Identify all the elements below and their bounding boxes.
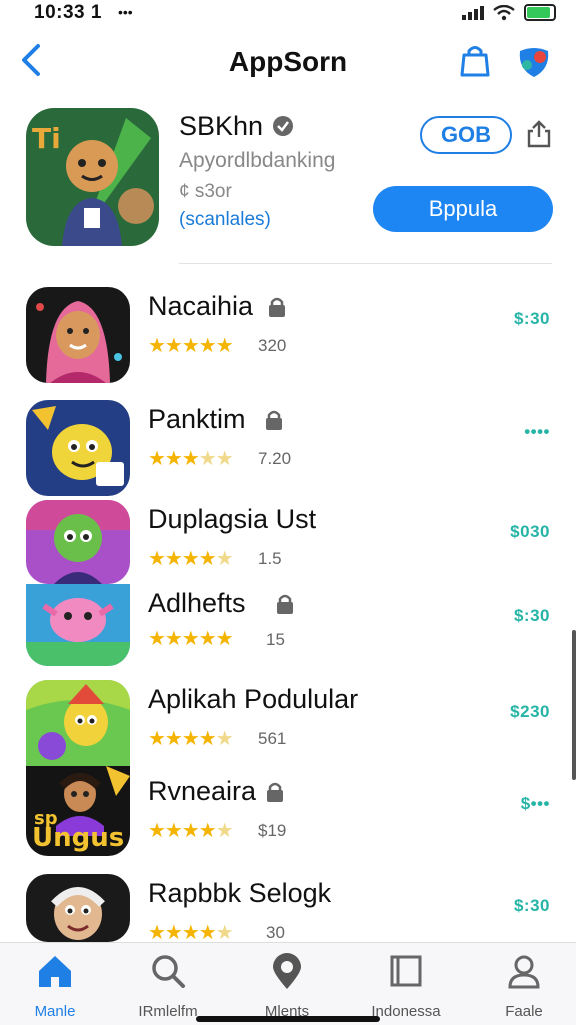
share-icon[interactable] [526, 120, 552, 148]
tab-profile[interactable]: Faale [469, 951, 576, 1020]
book-icon [390, 955, 422, 987]
pin-icon [273, 953, 301, 989]
lock-icon [266, 410, 282, 430]
price-label[interactable]: $230 [510, 702, 550, 722]
list-item[interactable]: Adlhefts ★★★★★ 15 $:30 [0, 584, 576, 674]
list-item[interactable]: Panktim ★★★★★ 7.20 •••• [0, 400, 576, 496]
tab-home[interactable]: Manle [0, 951, 110, 1020]
profile-icon [508, 955, 540, 989]
app-icon[interactable] [26, 680, 130, 766]
home-icon [39, 956, 71, 987]
price-label[interactable]: $••• [521, 794, 550, 814]
list-item[interactable]: Aplikah Podulular ★★★★★ 561 $230 [0, 680, 576, 770]
app-name: Nacaihia [148, 291, 254, 321]
list-item[interactable]: Nacaihia ★★★★★ 320 $:30 [0, 287, 576, 383]
verified-badge-icon [273, 116, 293, 136]
price-label[interactable]: $:30 [514, 606, 550, 626]
list-item[interactable]: Ungus sp Rvneaira ★★★★★ $19 $••• [0, 766, 576, 862]
featured-app-category: Apyordlbdanking [179, 149, 336, 172]
get-button[interactable]: GOB [420, 116, 512, 154]
app-name: Rapbbk Selogk [148, 878, 332, 908]
rating-count: $19 [258, 821, 287, 840]
tab-label: Manle [34, 1003, 76, 1020]
price-label[interactable]: $030 [510, 522, 550, 542]
star-rating: ★★★★★ [148, 728, 234, 750]
svg-text:Ti: Ti [32, 122, 61, 155]
status-time: 10:33 1 [34, 2, 102, 23]
app-name: Panktim [148, 404, 246, 434]
shopping-bag-icon[interactable] [458, 43, 492, 79]
price-label[interactable]: $:30 [514, 896, 550, 916]
app-name: Rvneaira [148, 776, 257, 806]
scroll-indicator[interactable] [572, 630, 576, 780]
app-icon[interactable] [26, 874, 130, 942]
svg-text:sp: sp [34, 808, 58, 829]
star-rating: ★★★★★ [148, 628, 234, 650]
app-icon[interactable]: Ungus sp [26, 766, 130, 856]
divider [179, 263, 552, 264]
price-label[interactable]: $:30 [514, 309, 550, 329]
status-dots: ••• [118, 4, 133, 20]
status-bar: 10:33 1 ••• [0, 0, 576, 26]
app-name: Aplikah Podulular [148, 684, 359, 714]
list-item[interactable]: Duplagsia Ust ★★★★★ 1.5 $030 [0, 500, 576, 590]
tab-places[interactable]: Mlents [232, 951, 342, 1020]
rating-count: 1.5 [258, 549, 282, 568]
home-indicator[interactable] [196, 1016, 380, 1022]
app-icon[interactable] [26, 500, 130, 584]
featured-app-meta: ¢ s3or [179, 181, 232, 202]
star-rating: ★★★★★ [148, 448, 234, 470]
primary-action-button[interactable]: Bppula [373, 186, 553, 232]
lock-icon [267, 782, 283, 802]
lock-icon [277, 594, 293, 614]
wifi-icon [493, 4, 515, 20]
rating-count: 320 [258, 336, 287, 355]
battery-icon [524, 4, 556, 21]
app-icon[interactable] [26, 287, 130, 383]
brand-logo-icon[interactable] [516, 45, 552, 79]
nav-bar: AppSorn [0, 34, 576, 90]
star-rating: ★★★★★ [148, 548, 234, 570]
featured-app-link[interactable]: (scanlales) [179, 209, 271, 231]
search-icon [152, 955, 185, 988]
star-rating: ★★★★★ [148, 335, 234, 357]
tab-bar: Manle IRmlelfm Mlents Indonessa Faale [0, 942, 576, 1025]
featured-app[interactable]: Ti SBKhn Apyordlbdanking ¢ s3or (scanlal… [0, 105, 576, 265]
star-rating: ★★★★★ [148, 820, 234, 842]
rating-count: 7.20 [258, 449, 292, 468]
app-icon[interactable] [26, 400, 130, 496]
tab-search[interactable]: IRmlelfm [113, 951, 223, 1020]
rating-count: 30 [266, 923, 285, 942]
status-right [462, 4, 556, 21]
rating-count: 561 [258, 729, 287, 748]
signal-icon [462, 5, 484, 20]
featured-app-icon[interactable]: Ti [26, 108, 159, 246]
featured-app-name: SBKhn [179, 111, 264, 141]
app-icon[interactable] [26, 584, 130, 666]
price-label[interactable]: •••• [524, 422, 550, 442]
app-name: Duplagsia Ust [148, 504, 317, 534]
tab-library[interactable]: Indonessa [351, 951, 461, 1020]
app-name: Adlhefts [148, 588, 246, 618]
tab-label: Faale [505, 1003, 543, 1020]
lock-icon [269, 297, 285, 317]
rating-count: 15 [266, 630, 285, 649]
